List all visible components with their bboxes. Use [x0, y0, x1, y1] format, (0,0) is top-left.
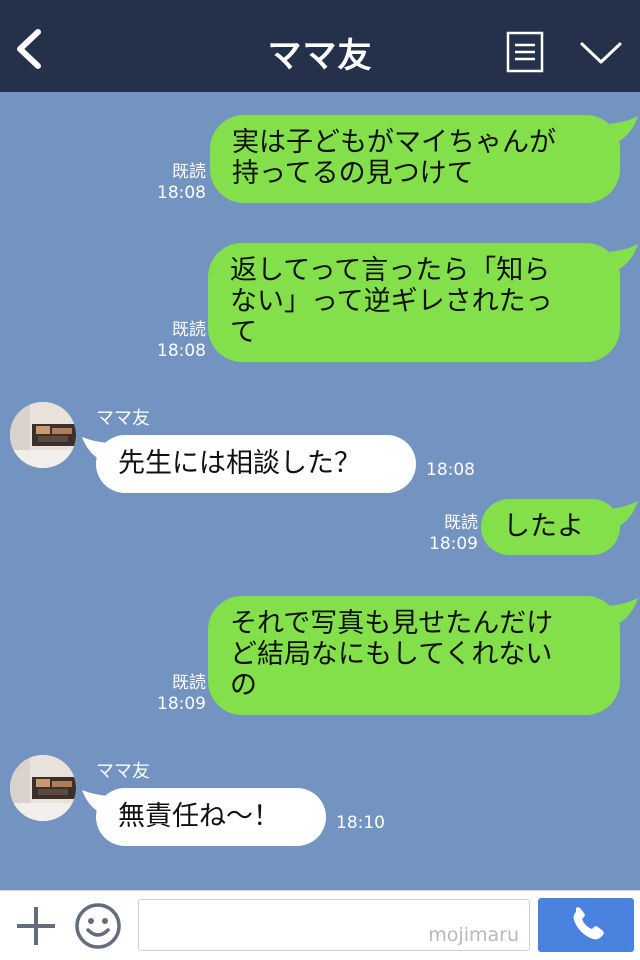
- message-line: 実は子どもがマイちゃんが: [232, 127, 556, 158]
- plus-icon: [17, 907, 55, 945]
- message-text: 先生には相談した？: [118, 448, 361, 479]
- message-line: したよ: [503, 511, 584, 542]
- sender-name: ママ友: [96, 408, 150, 429]
- message-line: て: [230, 317, 257, 348]
- phone-icon: [573, 907, 604, 940]
- message-list[interactable]: 既読 18:08 実は子どもがマイちゃんが 持ってるの見つけて 既読 18:08…: [0, 92, 640, 890]
- message-line: ど結局なにもしてくれない: [230, 639, 553, 670]
- message-line: ない」って逆ギレされたっ: [230, 286, 553, 317]
- message-meta: 既読 18:08: [156, 162, 206, 204]
- message-meta: 既読 18:09: [156, 673, 206, 715]
- message-time: 18:09: [429, 534, 478, 554]
- smiley-icon: [75, 903, 121, 949]
- read-receipt: 既読: [444, 513, 478, 533]
- avatar-photo: [10, 402, 76, 468]
- collapse-button[interactable]: [578, 38, 624, 68]
- message-time: 18:10: [336, 813, 385, 833]
- outgoing-message[interactable]: 実は子どもがマイちゃんが 持ってるの見つけて: [210, 115, 620, 203]
- watermark-text: mojimaru: [428, 924, 519, 946]
- emoji-button[interactable]: [74, 902, 122, 950]
- avatar[interactable]: [10, 402, 76, 468]
- incoming-message[interactable]: 先生には相談した？: [96, 435, 416, 493]
- message-line: の: [230, 670, 257, 701]
- read-receipt: 既読: [172, 320, 206, 340]
- message-line: 返してって言ったら「知ら: [230, 255, 551, 286]
- incoming-message[interactable]: 無責任ね〜！: [96, 788, 326, 846]
- message-line: 持ってるの見つけて: [232, 158, 474, 189]
- list-menu-icon: [506, 31, 544, 73]
- read-receipt: 既読: [172, 673, 206, 693]
- read-receipt: 既読: [172, 162, 206, 182]
- outgoing-message[interactable]: それで写真も見せたんだけ ど結局なにもしてくれない の: [208, 596, 620, 715]
- sender-name: ママ友: [96, 761, 150, 782]
- add-button[interactable]: [14, 904, 58, 948]
- avatar-photo: [10, 755, 76, 821]
- message-meta: 既読 18:09: [428, 513, 478, 555]
- menu-button[interactable]: [506, 31, 544, 73]
- message-line: それで写真も見せたんだけ: [230, 608, 554, 639]
- input-bar: mojimaru: [0, 890, 640, 960]
- chevron-down-icon: [580, 42, 622, 64]
- message-time: 18:08: [426, 460, 475, 480]
- avatar[interactable]: [10, 755, 76, 821]
- message-meta: 既読 18:08: [156, 320, 206, 362]
- message-input[interactable]: mojimaru: [138, 899, 530, 951]
- outgoing-message[interactable]: したよ: [481, 499, 620, 555]
- message-text: 無責任ね〜！: [118, 801, 280, 832]
- call-button[interactable]: [538, 898, 634, 952]
- message-time: 18:08: [157, 341, 206, 361]
- message-time: 18:09: [157, 694, 206, 714]
- chat-title: ママ友: [267, 36, 373, 76]
- chat-header: ママ友: [0, 0, 640, 92]
- outgoing-message[interactable]: 返してって言ったら「知ら ない」って逆ギレされたっ て: [208, 243, 620, 362]
- message-time: 18:08: [157, 183, 206, 203]
